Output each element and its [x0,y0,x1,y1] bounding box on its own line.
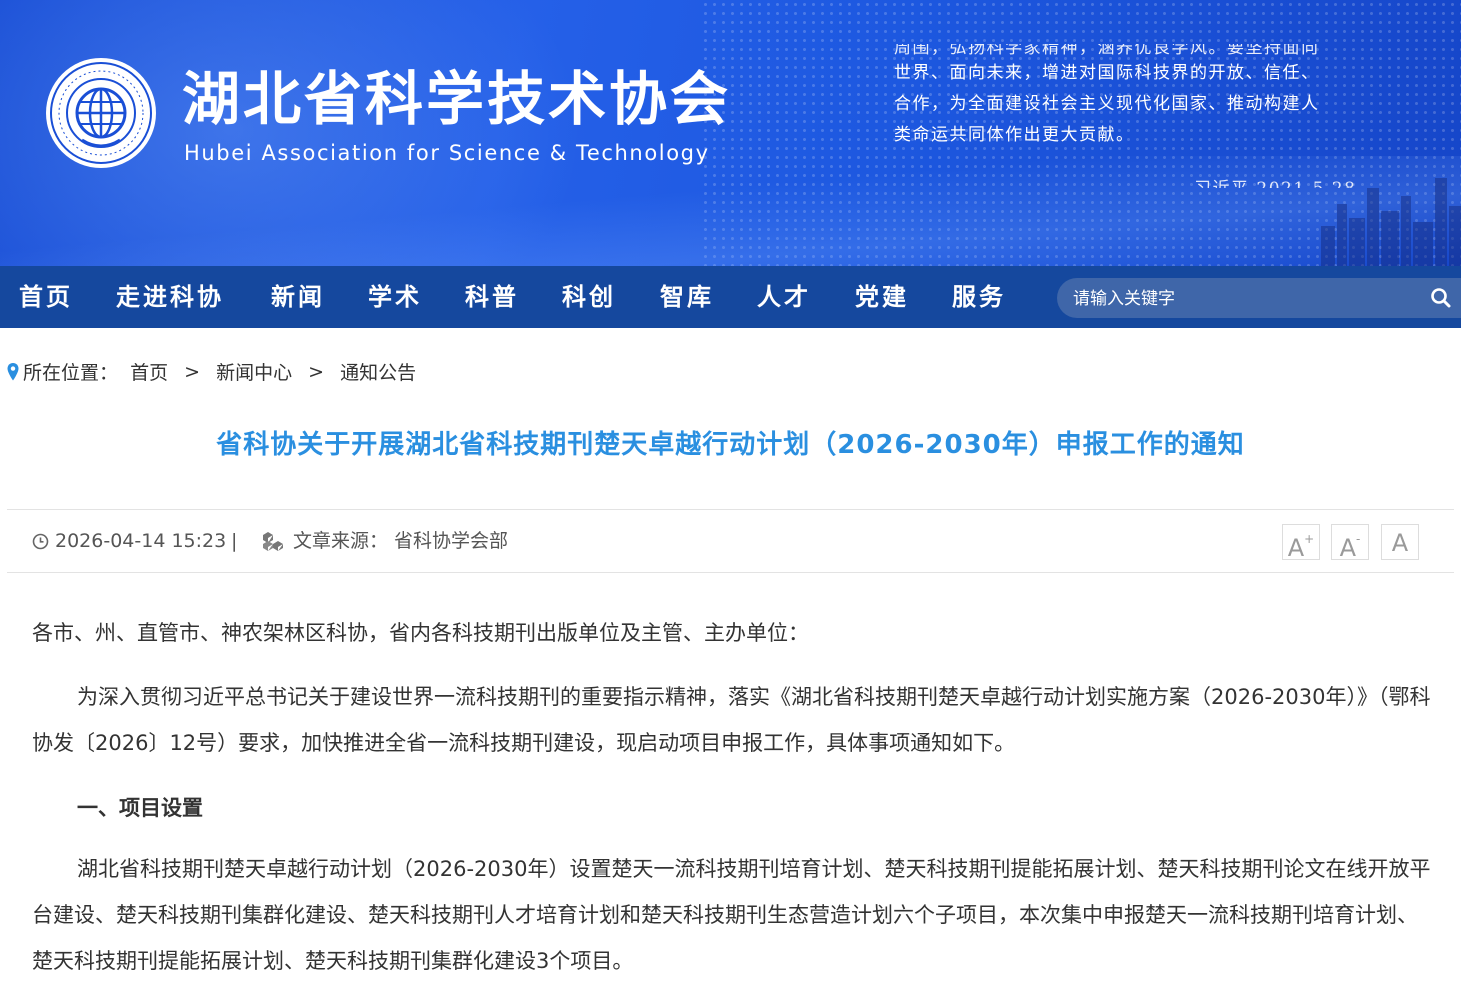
breadcrumb-home[interactable]: 首页 [130,362,168,384]
source-icon [263,532,283,551]
nav-item-service[interactable]: 服务 [952,266,1006,328]
font-plus-mark: + [1304,532,1315,546]
quote-signature: 习近平 2021.5.28 [1194,174,1356,188]
nav-item-academic[interactable]: 学术 [368,266,422,328]
location-pin-icon [7,362,19,380]
nav-item-news[interactable]: 新闻 [271,266,325,328]
article-greeting: 各市、州、直管市、神农架林区科协，省内各科技期刊出版单位及主管、主办单位： [32,621,809,645]
cast-logo-icon[interactable] [44,56,158,170]
breadcrumb-label: 所在位置： [23,362,119,384]
xi-quote: 周围，弘扬科学家精神，涵养优良学风。要坚持面向 世界、面向未来，增进对国际科技界… [894,44,1374,188]
header-banner: 湖北省科学技术协会 Hubei Association for Science … [0,0,1461,266]
article-source-label: 文章来源： [293,530,389,552]
clock-icon [32,533,49,550]
breadcrumb-notices[interactable]: 通知公告 [340,362,416,384]
nav-item-party[interactable]: 党建 [855,266,909,328]
meta-divider: | [231,530,238,552]
nav-item-innovation[interactable]: 科创 [562,266,616,328]
site-title: 湖北省科学技术协会 [182,65,732,133]
banner-wave [0,156,1461,266]
breadcrumb: 所在位置： 首页 > 新闻中心 > 通知公告 [6,358,416,385]
search-icon[interactable] [1427,284,1455,312]
site-subtitle: Hubei Association for Science & Technolo… [184,141,710,165]
section-heading: 一、项目设置 [77,796,203,820]
breadcrumb-news-center[interactable]: 新闻中心 [216,362,292,384]
font-decrease-button[interactable]: A- [1331,524,1369,562]
breadcrumb-separator: > [184,360,201,383]
article-meta-bar: 2026-04-14 15:23 | 文章来源： 省科协学会部 A+ A- A [7,509,1454,573]
breadcrumb-separator: > [308,360,325,383]
nav-item-talent[interactable]: 人才 [757,266,811,328]
font-minus-mark: - [1356,532,1361,546]
quote-line-clipped: 周围，弘扬科学家精神，涵养优良学风。要坚持面向 [894,44,1320,58]
search-box [1057,278,1461,320]
article-date: 2026-04-14 15:23 [55,530,227,552]
nav-item-popsci[interactable]: 科普 [465,266,519,328]
nav-item-thinktank[interactable]: 智库 [660,266,714,328]
article-paragraph: 湖北省科技期刊楚天卓越行动计划（2026-2030年）设置楚天一流科技期刊培育计… [32,857,1431,973]
font-increase-button[interactable]: A+ [1282,524,1320,562]
quote-line: 合作，为全面建设社会主义现代化国家、推动构建人 [894,94,1320,114]
article-paragraph: 为深入贯彻习近平总书记关于建设世界一流科技期刊的重要指示精神，落实《湖北省科技期… [32,685,1431,755]
quote-line: 类命运共同体作出更大贡献。 [894,125,1135,145]
city-skyline-decoration [1321,176,1461,266]
nav-item-home[interactable]: 首页 [19,266,73,328]
quote-line: 世界、面向未来，增进对国际科技界的开放、信任、 [894,63,1320,83]
article-source: 省科协学会部 [394,530,509,552]
nav-item-about[interactable]: 走进科协 [116,266,224,328]
font-reset-button[interactable]: A [1381,524,1419,560]
search-input[interactable] [1071,278,1415,320]
article-title: 省科协关于开展湖北省科技期刊楚天卓越行动计划（2026-2030年）申报工作的通… [216,430,1245,460]
